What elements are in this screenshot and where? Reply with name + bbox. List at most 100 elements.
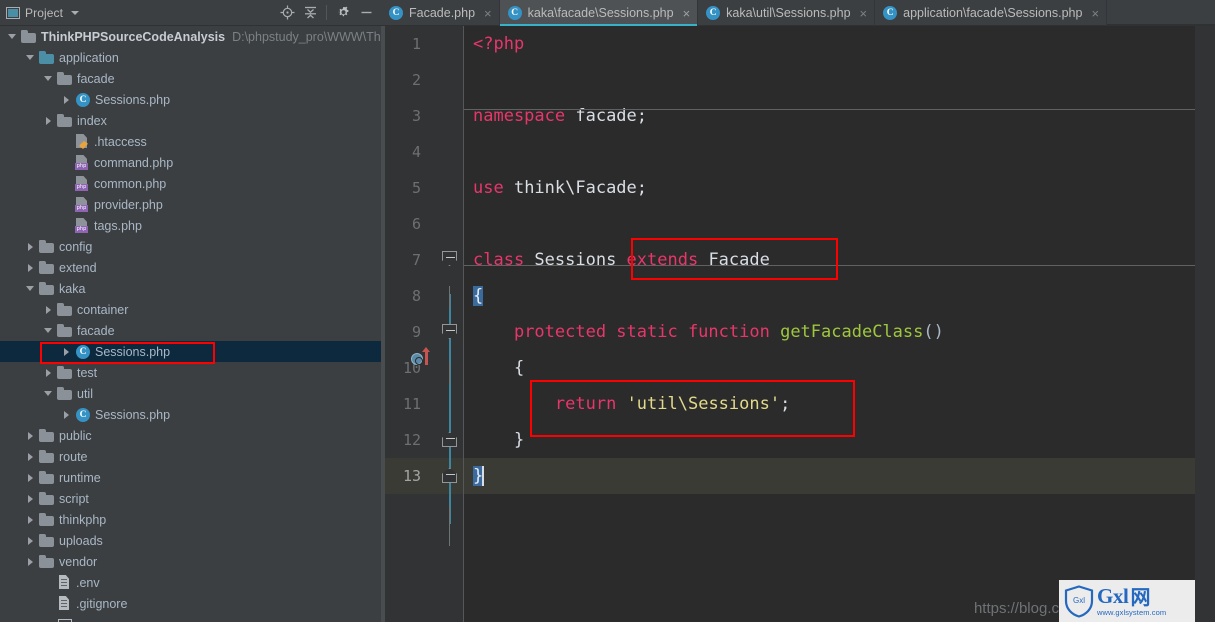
tree-row[interactable]: command.php — [0, 152, 381, 173]
code-token: Facade — [698, 250, 770, 270]
project-tree-panel[interactable]: ThinkPHPSourceCodeAnalysis D:\phpstudy_pr… — [0, 26, 381, 622]
code-line[interactable]: return 'util\Sessions'; — [464, 386, 1195, 422]
tab-application-facade-sessions-php[interactable]: C application\facade\Sessions.php × — [875, 0, 1108, 26]
tree-row[interactable]: thinkphp — [0, 509, 381, 530]
chevron-right-icon[interactable] — [24, 492, 37, 505]
fold-collapse-icon[interactable] — [442, 432, 457, 447]
chevron-right-icon[interactable] — [24, 513, 37, 526]
code-line[interactable]: { — [464, 278, 1195, 314]
tree-row[interactable]: container — [0, 299, 381, 320]
chevron-right-icon[interactable] — [24, 429, 37, 442]
code-line[interactable]: } — [464, 458, 1195, 494]
chevron-right-icon[interactable] — [60, 345, 73, 358]
tree-row[interactable]: util — [0, 383, 381, 404]
code-line[interactable] — [464, 134, 1195, 170]
tree-row[interactable]: tags.php — [0, 215, 381, 236]
tree-row[interactable]: public — [0, 425, 381, 446]
chevron-right-icon[interactable] — [42, 303, 55, 316]
chevron-right-icon[interactable] — [42, 366, 55, 379]
code-line[interactable]: namespace facade; — [464, 98, 1195, 134]
chevron-down-icon[interactable] — [42, 387, 55, 400]
tree-row[interactable]: kaka — [0, 278, 381, 299]
tree-row[interactable]: index — [0, 110, 381, 131]
code-line[interactable]: } — [464, 422, 1195, 458]
code-line[interactable]: <?php — [464, 26, 1195, 62]
tree-row-label: util — [77, 386, 93, 401]
code-line[interactable]: protected static function getFacadeClass… — [464, 314, 1195, 350]
tree-row[interactable]: common.php — [0, 173, 381, 194]
tab-kaka-util-sessions-php[interactable]: C kaka\util\Sessions.php × — [698, 0, 876, 26]
locate-icon[interactable] — [276, 2, 298, 24]
code-editor[interactable]: 1 2 3 4 5 6 7 8 9 10 11 12 13 <?php namesp — [385, 26, 1215, 622]
chevron-down-icon[interactable] — [42, 72, 55, 85]
code-line[interactable] — [464, 206, 1195, 242]
tree-row[interactable]: route — [0, 446, 381, 467]
tree-row[interactable]: .gitignore — [0, 593, 381, 614]
gxl-site-url: www.gxlsystem.com — [1097, 607, 1167, 617]
error-stripe-marks[interactable] — [1195, 26, 1215, 622]
collapse-all-icon[interactable] — [299, 2, 321, 24]
chevron-down-icon[interactable] — [42, 324, 55, 337]
folder-icon — [39, 428, 54, 442]
code-line[interactable]: class Sessions extends Facade — [464, 242, 1195, 278]
php-file-icon — [75, 176, 89, 191]
chevron-down-icon[interactable] — [24, 282, 37, 295]
close-icon[interactable]: × — [683, 6, 691, 21]
tree-row[interactable]: runtime — [0, 467, 381, 488]
chevron-right-icon[interactable] — [60, 408, 73, 421]
code-content[interactable]: <?php namespace facade; use think\Facade; c… — [463, 26, 1195, 622]
close-icon[interactable]: × — [484, 6, 492, 21]
fold-connector-line — [449, 506, 450, 546]
code-line[interactable]: { — [464, 350, 1195, 386]
top-strip: Project C Facade.php × C kaka\facade\Ses… — [0, 0, 1215, 26]
chevron-right-icon[interactable] — [42, 114, 55, 127]
tree-row[interactable]: vendor — [0, 551, 381, 572]
chevron-right-icon[interactable] — [24, 534, 37, 547]
tree-row[interactable]: script — [0, 488, 381, 509]
tree-row-label: kaka — [59, 281, 86, 296]
tree-row[interactable]: facade — [0, 320, 381, 341]
tree-row-label: public — [59, 428, 92, 443]
gear-icon[interactable] — [332, 2, 354, 24]
tree-row[interactable]: C Sessions.php — [0, 341, 381, 362]
chevron-right-icon[interactable] — [24, 471, 37, 484]
close-icon[interactable]: × — [1091, 6, 1099, 21]
tree-row[interactable]: .htaccess — [0, 131, 381, 152]
chevron-right-icon[interactable] — [24, 261, 37, 274]
php-class-icon: C — [389, 6, 403, 20]
chevron-down-icon[interactable] — [24, 51, 37, 64]
tree-row[interactable]: uploads — [0, 530, 381, 551]
code-line[interactable] — [464, 62, 1195, 98]
chevron-down-icon[interactable] — [71, 10, 80, 15]
tab-facade-php[interactable]: C Facade.php × — [381, 0, 500, 26]
tree-row[interactable]: .env — [0, 572, 381, 593]
tree-row[interactable]: test — [0, 362, 381, 383]
tree-row[interactable]: ThinkPHPSourceCodeAnalysis D:\phpstudy_pr… — [0, 26, 381, 47]
tree-row[interactable]: C Sessions.php — [0, 404, 381, 425]
fold-collapse-icon[interactable] — [442, 251, 457, 266]
tree-row[interactable]: provider.php — [0, 194, 381, 215]
editor-gutter[interactable]: 1 2 3 4 5 6 7 8 9 10 11 12 13 — [385, 26, 463, 622]
table-file-icon — [57, 617, 72, 622]
overridden-method-icon[interactable] — [411, 347, 435, 367]
tree-row[interactable]: extend — [0, 257, 381, 278]
override-circle-icon — [411, 353, 423, 365]
chevron-right-icon[interactable] — [24, 450, 37, 463]
tree-row[interactable]: application — [0, 47, 381, 68]
tree-row[interactable] — [0, 614, 381, 622]
fold-collapse-icon[interactable] — [442, 324, 457, 339]
tree-row[interactable]: facade — [0, 68, 381, 89]
tree-row[interactable]: C Sessions.php — [0, 89, 381, 110]
chevron-right-icon[interactable] — [60, 93, 73, 106]
chevron-right-icon[interactable] — [24, 555, 37, 568]
close-icon[interactable]: × — [860, 6, 868, 21]
code-line[interactable]: use think\Facade; — [464, 170, 1195, 206]
tree-row[interactable]: config — [0, 236, 381, 257]
minimize-icon[interactable] — [355, 2, 377, 24]
tree-row-label: provider.php — [94, 197, 163, 212]
tab-kaka-facade-sessions-php[interactable]: C kaka\facade\Sessions.php × — [499, 0, 699, 26]
fold-collapse-icon[interactable] — [442, 468, 457, 483]
chevron-down-icon[interactable] — [6, 30, 19, 43]
chevron-right-icon[interactable] — [24, 240, 37, 253]
